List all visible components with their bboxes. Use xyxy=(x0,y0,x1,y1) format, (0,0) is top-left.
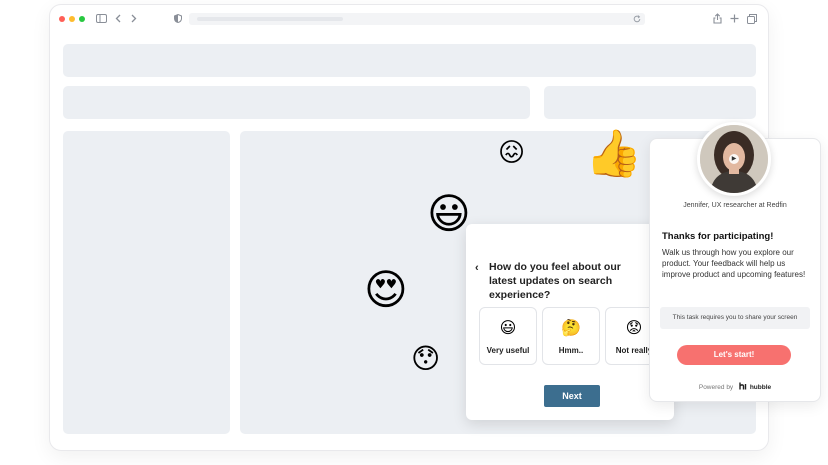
option-hmm[interactable]: 🤔 Hmm.. xyxy=(542,307,600,365)
chevron-left-icon[interactable]: ‹ xyxy=(475,262,479,274)
address-bar-placeholder xyxy=(197,17,343,21)
heart-eyes-emoji: 😍 xyxy=(364,266,408,313)
thumbs-up-emoji: 👍 xyxy=(585,127,643,179)
share-icon[interactable] xyxy=(713,13,722,24)
panel-body: Walk us through how you explore our prod… xyxy=(662,248,806,279)
start-button[interactable]: Let's start! xyxy=(677,345,791,365)
smiling-face-emoji: 😃 xyxy=(427,190,471,237)
option-label: Very useful xyxy=(486,346,530,355)
survey-card: ‹ How do you feel about our latest updat… xyxy=(466,224,674,420)
forward-icon[interactable] xyxy=(131,14,137,23)
thinking-face-icon: 🤔 xyxy=(561,320,581,337)
play-icon[interactable]: ▶ xyxy=(729,154,739,164)
skeleton-sidebar xyxy=(63,131,230,434)
surprised-face-emoji: 😯 xyxy=(411,343,441,374)
powered-by-label: Powered by xyxy=(698,384,734,391)
shield-icon[interactable] xyxy=(174,14,182,23)
next-button[interactable]: Next xyxy=(544,385,600,407)
skeleton-header xyxy=(63,44,756,77)
option-label: Hmm.. xyxy=(558,346,584,355)
powered-by: Powered by hubble xyxy=(650,382,820,391)
minimize-window-button[interactable] xyxy=(69,16,75,22)
confounded-face-emoji: 😖 xyxy=(498,137,526,167)
back-icon[interactable] xyxy=(115,14,121,23)
new-tab-icon[interactable] xyxy=(730,14,739,23)
smiling-face-icon: 😃 xyxy=(499,320,517,337)
researcher-role: Jennifer, UX researcher at Redfin xyxy=(683,202,787,209)
close-window-button[interactable] xyxy=(59,16,65,22)
browser-toolbar xyxy=(50,5,768,33)
skeleton-filter xyxy=(544,86,756,119)
skeleton-search-bar xyxy=(63,86,530,119)
maximize-window-button[interactable] xyxy=(79,16,85,22)
brand-name: hubble xyxy=(749,384,772,391)
address-bar[interactable] xyxy=(189,13,645,25)
option-very-useful[interactable]: 😃 Very useful xyxy=(479,307,537,365)
screen-share-note: This task requires you to share your scr… xyxy=(660,307,810,329)
tabs-overview-icon[interactable] xyxy=(747,14,757,24)
hubble-logo-icon xyxy=(739,382,747,390)
researcher-avatar: ▶ xyxy=(697,122,771,196)
sidebar-toggle-icon[interactable] xyxy=(96,14,107,23)
panel-title: Thanks for participating! xyxy=(662,231,774,242)
reload-icon[interactable] xyxy=(633,15,641,23)
survey-question: How do you feel about our latest updates… xyxy=(489,261,621,301)
